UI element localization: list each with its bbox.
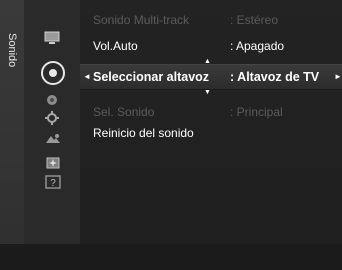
menu-row-value: : Estéreo (230, 13, 279, 27)
menu-row-sound-select: Sel. Sonido : Principal (80, 101, 342, 123)
menu-row-label: Reinicio del sonido (93, 126, 194, 140)
menu-row-value: : Principal (230, 105, 283, 119)
tv-picture-icon[interactable] (44, 31, 60, 45)
sound-icon[interactable] (40, 60, 66, 86)
input-icon[interactable] (45, 133, 61, 145)
menu-icon-column: ? (24, 0, 80, 270)
menu-row-value: : Altavoz de TV (230, 70, 320, 84)
svg-text:?: ? (50, 178, 56, 189)
channel-icon[interactable] (46, 94, 58, 106)
menu-row-sound-reset[interactable]: Reinicio del sonido (80, 122, 342, 144)
tv-osd-menu: Sonido ? Sonido Multi-track: Estéreo Vo… (0, 0, 342, 270)
menu-row-label: Sonido Multi-track (93, 13, 190, 27)
menu-row-multitrack: Sonido Multi-track : Estéreo (80, 9, 342, 31)
sound-menu-list: Sonido Multi-track : Estéreo Vol.Auto : … (80, 0, 342, 270)
menu-row-label: Sel. Sonido (93, 105, 155, 119)
menu-row-label: Vol.Auto (93, 39, 138, 53)
support-help-icon[interactable]: ? (45, 175, 61, 189)
left-arrow-icon: ◄ (83, 72, 91, 81)
menu-row-speaker-select[interactable]: ◄ Seleccionar altavoz : Altavoz de TV ► (80, 64, 342, 90)
menu-row-auto-volume[interactable]: Vol.Auto : Apagado (80, 35, 342, 57)
right-arrow-icon: ► (334, 72, 342, 81)
application-icon[interactable] (45, 156, 61, 170)
menu-sidebar: Sonido (0, 0, 24, 270)
menu-row-value: : Apagado (230, 39, 285, 53)
bottom-bar (0, 244, 342, 270)
menu-row-label: Seleccionar altavoz (93, 70, 210, 84)
menu-section-title: Sonido (6, 32, 18, 68)
settings-gear-icon[interactable] (45, 111, 59, 125)
down-arrow-icon: ▼ (204, 89, 211, 96)
